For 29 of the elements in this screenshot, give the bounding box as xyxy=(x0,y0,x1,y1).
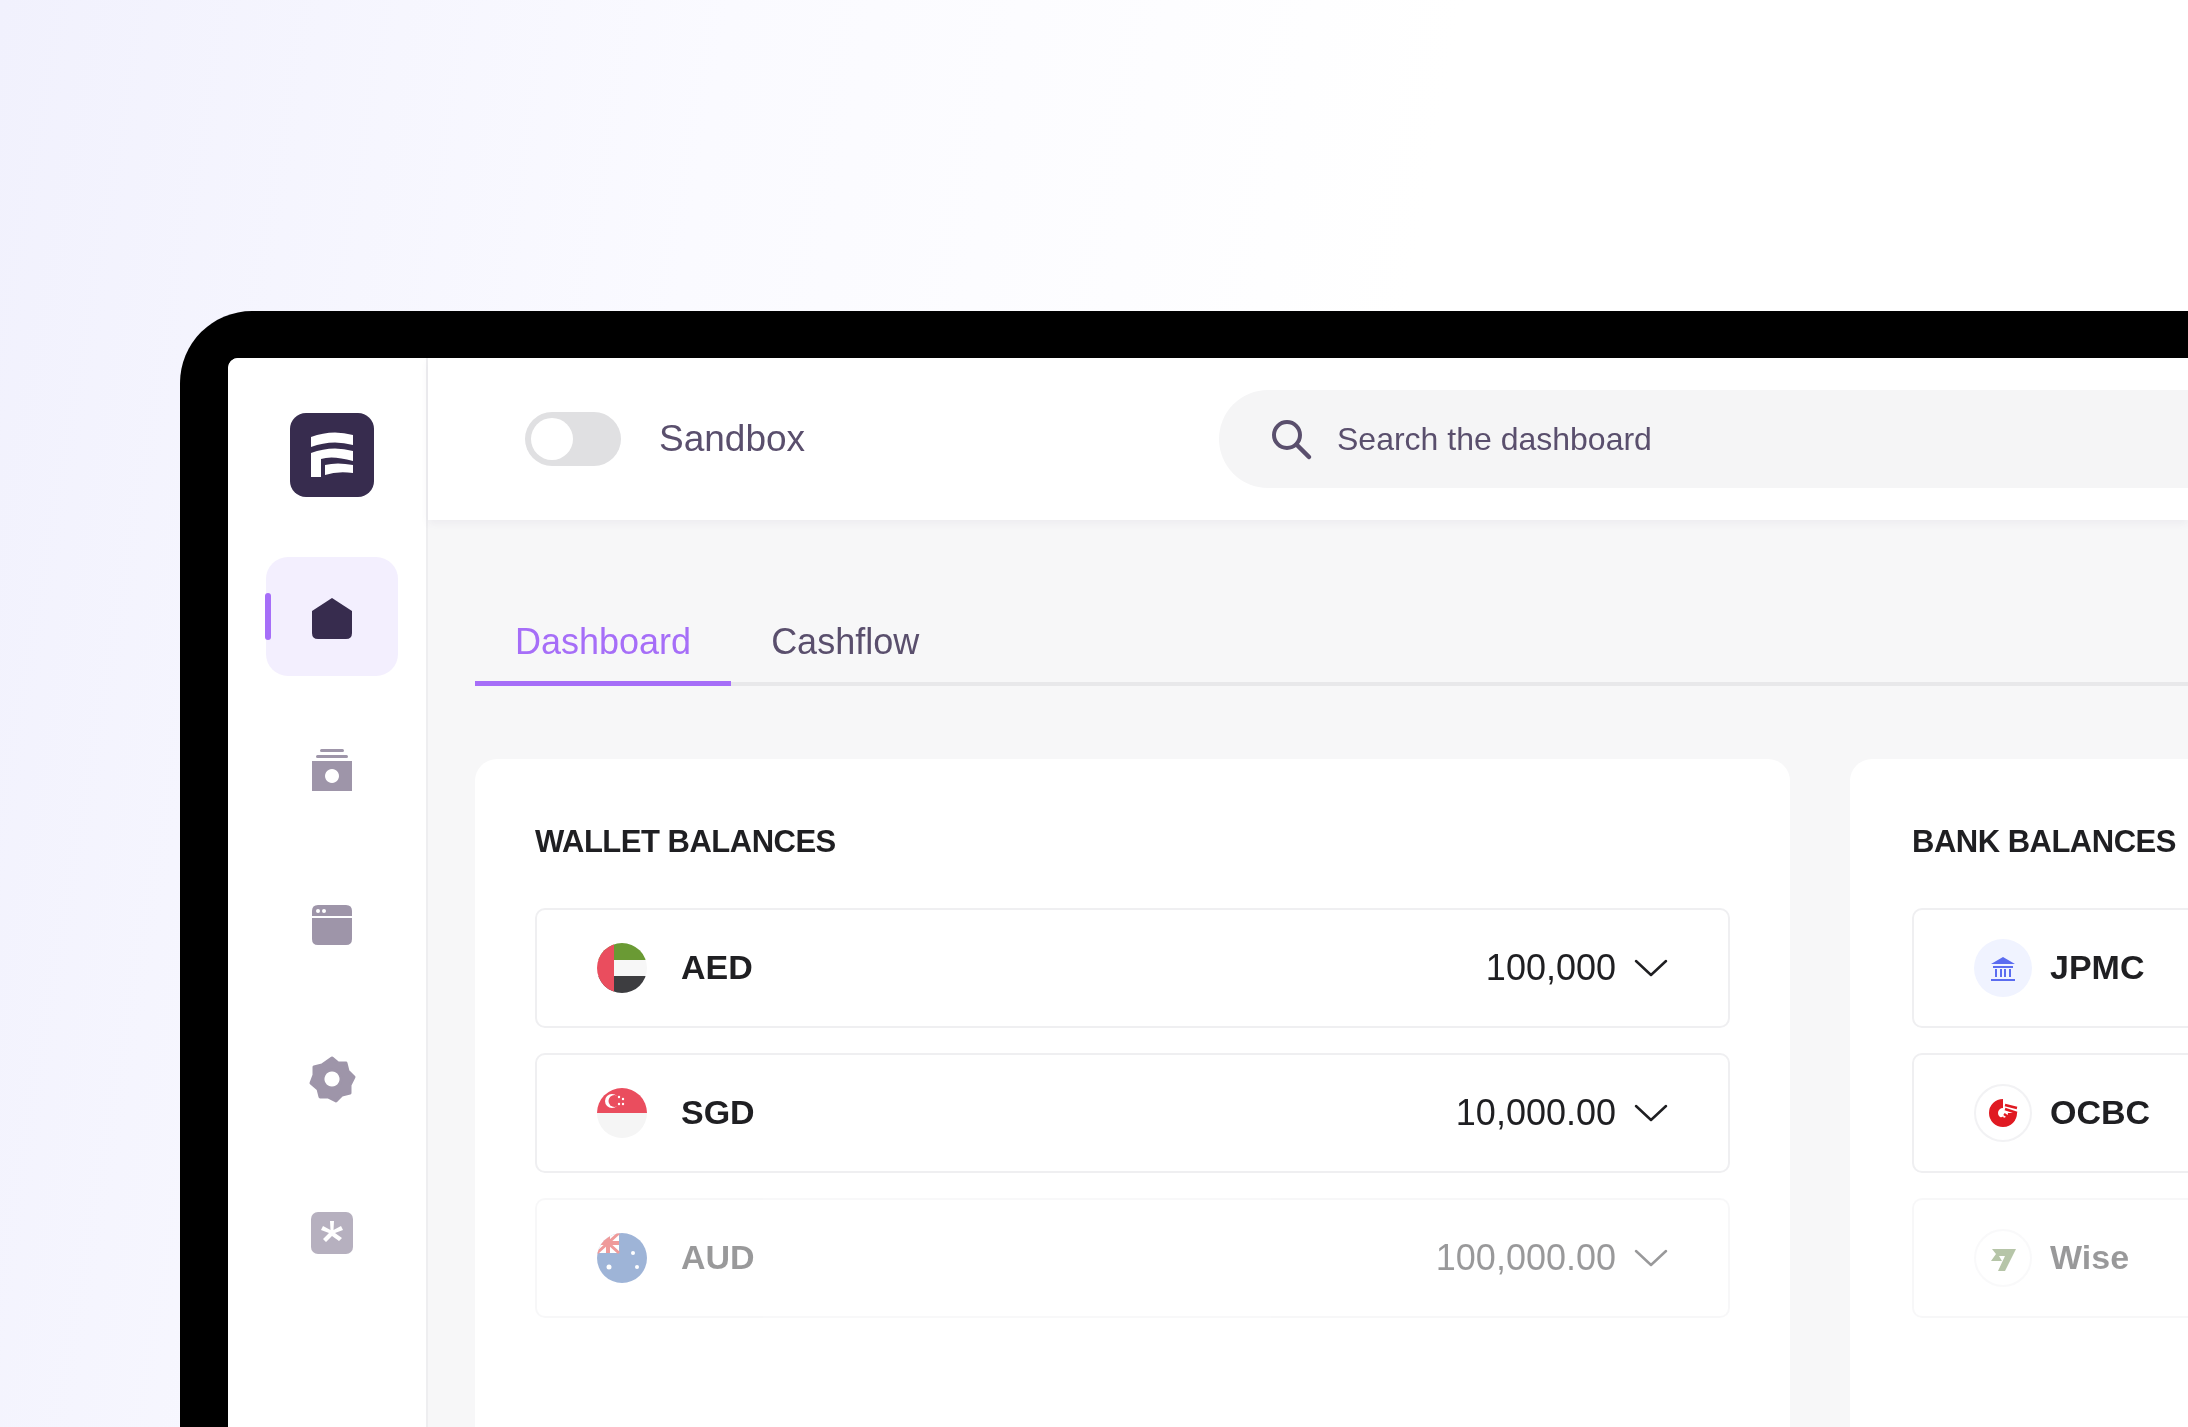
toggle-label: Sandbox xyxy=(659,417,807,462)
chevron-down-icon xyxy=(1634,1102,1668,1123)
bank-row[interactable]: OCBC xyxy=(1912,1052,2188,1173)
chevron-down-icon xyxy=(1634,1247,1668,1268)
sidebar-item[interactable] xyxy=(266,557,398,676)
chevron-down-icon xyxy=(1634,957,1668,978)
balance-row[interactable]: AED 100,000 xyxy=(535,907,1730,1028)
bank-row[interactable]: JPMC xyxy=(1912,907,2188,1028)
bank-name: JPMC xyxy=(2050,947,2145,988)
balance-amount: 100,000.00 xyxy=(1435,1235,1616,1280)
flag-icon xyxy=(597,1087,647,1138)
balance-row[interactable]: SGD 10,000.00 xyxy=(535,1052,1730,1173)
section-title: WALLET BALANCES xyxy=(535,823,837,861)
balance-amount: 100,000 xyxy=(1485,945,1616,990)
flag-icon xyxy=(597,942,647,993)
search-bar[interactable]: Search the dashboard xyxy=(1219,390,2188,488)
toggle-switch[interactable] xyxy=(525,412,621,466)
search-field[interactable]: Search the dashboard xyxy=(1337,415,2188,463)
currency-code: AUD xyxy=(681,1237,755,1278)
search-icon xyxy=(1269,417,1313,461)
tab[interactable]: Cashflow xyxy=(731,615,960,686)
flag-icon xyxy=(597,1232,647,1283)
bank-name: OCBC xyxy=(2050,1092,2151,1133)
balance-amount: 10,000.00 xyxy=(1455,1090,1616,1135)
currency-code: SGD xyxy=(681,1092,755,1133)
bank-name: Wise xyxy=(2050,1237,2130,1278)
section-title: BANK BALANCES xyxy=(1912,823,2177,861)
currency-code: AED xyxy=(681,947,753,988)
gear-icon xyxy=(308,1054,356,1103)
